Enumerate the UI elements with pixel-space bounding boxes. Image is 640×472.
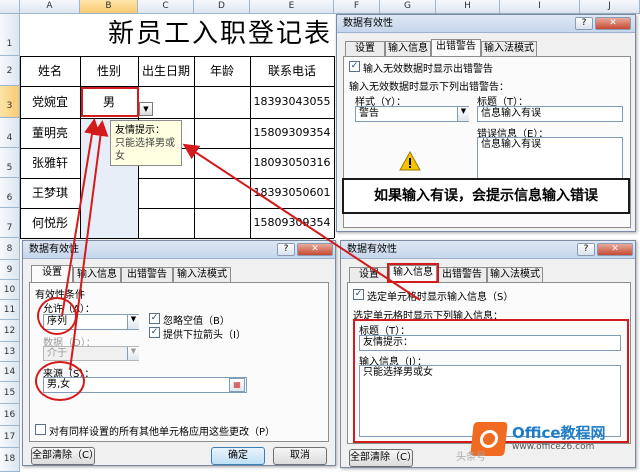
watermark: Office教程网 www.office26.com 头条号 — [456, 418, 636, 468]
arrow-source-to-cell — [69, 120, 109, 371]
arrow-input-to-tooltip — [182, 143, 421, 301]
annotation-arrows — [61, 118, 421, 371]
watermark-source: 头条号 — [456, 452, 486, 463]
watermark-url: www.office26.com — [512, 442, 595, 452]
watermark-logo-text: Office教程网 — [512, 424, 606, 442]
